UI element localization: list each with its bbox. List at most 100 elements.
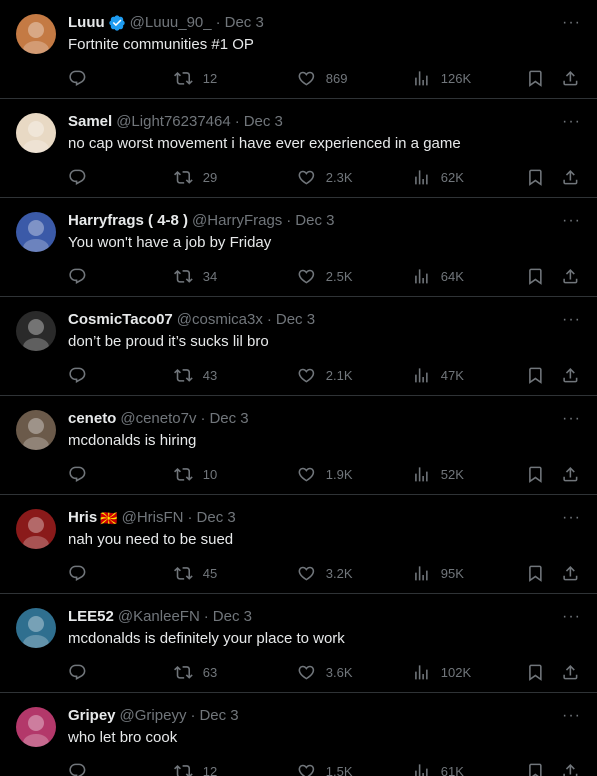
like-button[interactable]: 2.3K — [297, 165, 353, 189]
views-button[interactable]: 102K — [412, 660, 471, 684]
user-handle[interactable]: @Gripeyy — [120, 706, 187, 726]
user-handle[interactable]: @ceneto7v — [120, 409, 196, 429]
avatar[interactable] — [16, 311, 56, 351]
avatar[interactable] — [16, 113, 56, 153]
user-handle[interactable]: @Light76237464 — [116, 112, 231, 132]
share-button[interactable] — [561, 66, 580, 90]
share-button[interactable] — [561, 759, 580, 776]
retweet-button[interactable]: 10 — [174, 462, 217, 486]
more-options-icon[interactable]: ··· — [562, 409, 581, 429]
retweet-button[interactable]: 45 — [174, 561, 217, 585]
retweet-button[interactable]: 34 — [174, 264, 217, 288]
share-button[interactable] — [561, 264, 580, 288]
tweet[interactable]: Harryfrags ( 4-8 ) @HarryFrags · Dec 3 ·… — [0, 198, 597, 297]
bookmark-button[interactable] — [526, 660, 545, 684]
display-name[interactable]: Luuu — [68, 13, 105, 33]
user-handle[interactable]: @HrisFN — [122, 508, 184, 528]
retweet-button[interactable]: 29 — [174, 165, 217, 189]
tweet[interactable]: Luuu @Luuu_90_ · Dec 3 ··· Fortnite comm… — [0, 0, 597, 99]
display-name[interactable]: ceneto — [68, 409, 116, 429]
more-options-icon[interactable]: ··· — [562, 508, 581, 528]
views-button[interactable]: 95K — [412, 561, 464, 585]
retweet-button[interactable]: 63 — [174, 660, 217, 684]
retweet-icon — [174, 368, 193, 382]
tweet[interactable]: ceneto @ceneto7v · Dec 3 ··· mcdonalds i… — [0, 396, 597, 495]
bookmark-button[interactable] — [526, 462, 545, 486]
reply-button[interactable] — [68, 66, 87, 90]
reply-button[interactable] — [68, 660, 87, 684]
avatar[interactable] — [16, 608, 56, 648]
share-button[interactable] — [561, 561, 580, 585]
reply-button[interactable] — [68, 363, 87, 387]
tweet[interactable]: Samel @Light76237464 · Dec 3 ··· no cap … — [0, 99, 597, 198]
more-options-icon[interactable]: ··· — [562, 13, 581, 33]
user-handle[interactable]: @HarryFrags — [192, 211, 282, 231]
bookmark-button[interactable] — [526, 363, 545, 387]
tweet[interactable]: Gripey @Gripeyy · Dec 3 ··· who let bro … — [0, 693, 597, 776]
tweet-header: ceneto @ceneto7v · Dec 3 — [68, 409, 581, 429]
like-button[interactable]: 869 — [297, 66, 347, 90]
like-button[interactable]: 3.6K — [297, 660, 353, 684]
display-name[interactable]: Hris — [68, 508, 97, 528]
reply-button[interactable] — [68, 759, 87, 776]
verified-badge-icon — [108, 14, 126, 32]
share-button[interactable] — [561, 660, 580, 684]
like-button[interactable]: 1.5K — [297, 759, 353, 776]
retweet-button[interactable]: 12 — [174, 759, 217, 776]
bookmark-button[interactable] — [526, 165, 545, 189]
more-options-icon[interactable]: ··· — [562, 607, 581, 627]
avatar[interactable] — [16, 410, 56, 450]
display-name[interactable]: LEE52 — [68, 607, 114, 627]
share-button[interactable] — [561, 363, 580, 387]
like-button[interactable]: 1.9K — [297, 462, 353, 486]
display-name[interactable]: Gripey — [68, 706, 116, 726]
views-button[interactable]: 62K — [412, 165, 464, 189]
tweet-date[interactable]: Dec 3 — [213, 607, 252, 627]
tweet-date[interactable]: Dec 3 — [197, 508, 236, 528]
tweet[interactable]: CosmicTaco07 @cosmica3x · Dec 3 ··· don’… — [0, 297, 597, 396]
views-button[interactable]: 64K — [412, 264, 464, 288]
tweet-date[interactable]: Dec 3 — [225, 13, 264, 33]
avatar[interactable] — [16, 509, 56, 549]
like-button[interactable]: 2.5K — [297, 264, 353, 288]
bookmark-button[interactable] — [526, 561, 545, 585]
reply-button[interactable] — [68, 462, 87, 486]
display-name[interactable]: Harryfrags ( 4-8 ) — [68, 211, 188, 231]
tweet-date[interactable]: Dec 3 — [276, 310, 315, 330]
tweet[interactable]: Hris 🇲🇰 @HrisFN · Dec 3 ··· nah you need… — [0, 495, 597, 594]
views-button[interactable]: 47K — [412, 363, 464, 387]
avatar[interactable] — [16, 707, 56, 747]
reply-button[interactable] — [68, 165, 87, 189]
like-button[interactable]: 3.2K — [297, 561, 353, 585]
tweet-date[interactable]: Dec 3 — [244, 112, 283, 132]
views-button[interactable]: 126K — [412, 66, 471, 90]
display-name[interactable]: Samel — [68, 112, 112, 132]
user-handle[interactable]: @KanleeFN — [118, 607, 200, 627]
like-button[interactable]: 2.1K — [297, 363, 353, 387]
tweet[interactable]: LEE52 @KanleeFN · Dec 3 ··· mcdonalds is… — [0, 594, 597, 693]
avatar[interactable] — [16, 14, 56, 54]
more-options-icon[interactable]: ··· — [562, 211, 581, 231]
more-options-icon[interactable]: ··· — [562, 112, 581, 132]
more-options-icon[interactable]: ··· — [562, 706, 581, 726]
like-count: 869 — [325, 70, 348, 86]
user-handle[interactable]: @Luuu_90_ — [130, 13, 212, 33]
reply-button[interactable] — [68, 264, 87, 288]
views-button[interactable]: 61K — [412, 759, 464, 776]
tweet-date[interactable]: Dec 3 — [199, 706, 238, 726]
bookmark-button[interactable] — [526, 66, 545, 90]
retweet-button[interactable]: 12 — [174, 66, 217, 90]
avatar[interactable] — [16, 212, 56, 252]
share-button[interactable] — [561, 165, 580, 189]
more-options-icon[interactable]: ··· — [562, 310, 581, 330]
display-name[interactable]: CosmicTaco07 — [68, 310, 173, 330]
views-button[interactable]: 52K — [412, 462, 464, 486]
user-handle[interactable]: @cosmica3x — [177, 310, 263, 330]
bookmark-button[interactable] — [526, 264, 545, 288]
retweet-button[interactable]: 43 — [174, 363, 217, 387]
tweet-date[interactable]: Dec 3 — [295, 211, 334, 231]
reply-button[interactable] — [68, 561, 87, 585]
share-button[interactable] — [561, 462, 580, 486]
bookmark-button[interactable] — [526, 759, 545, 776]
tweet-date[interactable]: Dec 3 — [209, 409, 248, 429]
